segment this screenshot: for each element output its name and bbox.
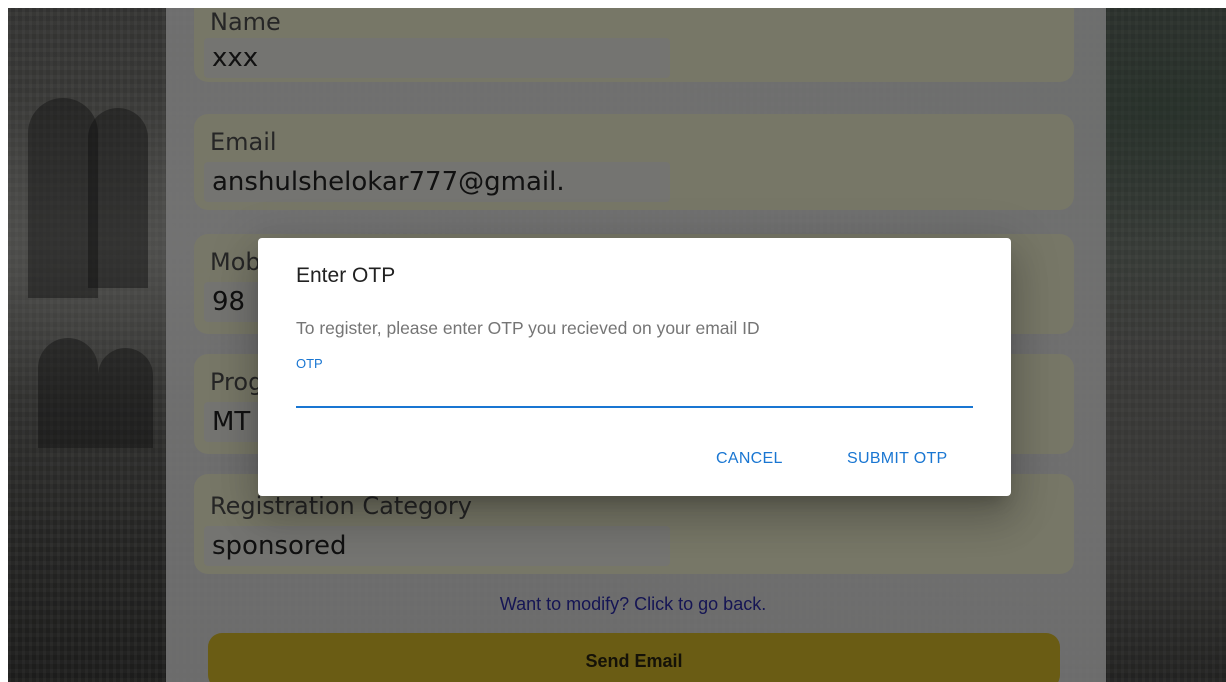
cancel-button[interactable]: CANCEL: [716, 450, 783, 468]
dialog-description: To register, please enter OTP you reciev…: [296, 318, 760, 338]
otp-field-label: OTP: [296, 356, 323, 371]
dialog-title: Enter OTP: [296, 264, 396, 287]
page-viewport: Name xxx Email anshulshelokar777@gmail. …: [8, 8, 1226, 682]
otp-input[interactable]: [296, 376, 973, 408]
submit-otp-button[interactable]: SUBMIT OTP: [847, 450, 948, 468]
otp-dialog: Enter OTP To register, please enter OTP …: [258, 238, 1011, 496]
